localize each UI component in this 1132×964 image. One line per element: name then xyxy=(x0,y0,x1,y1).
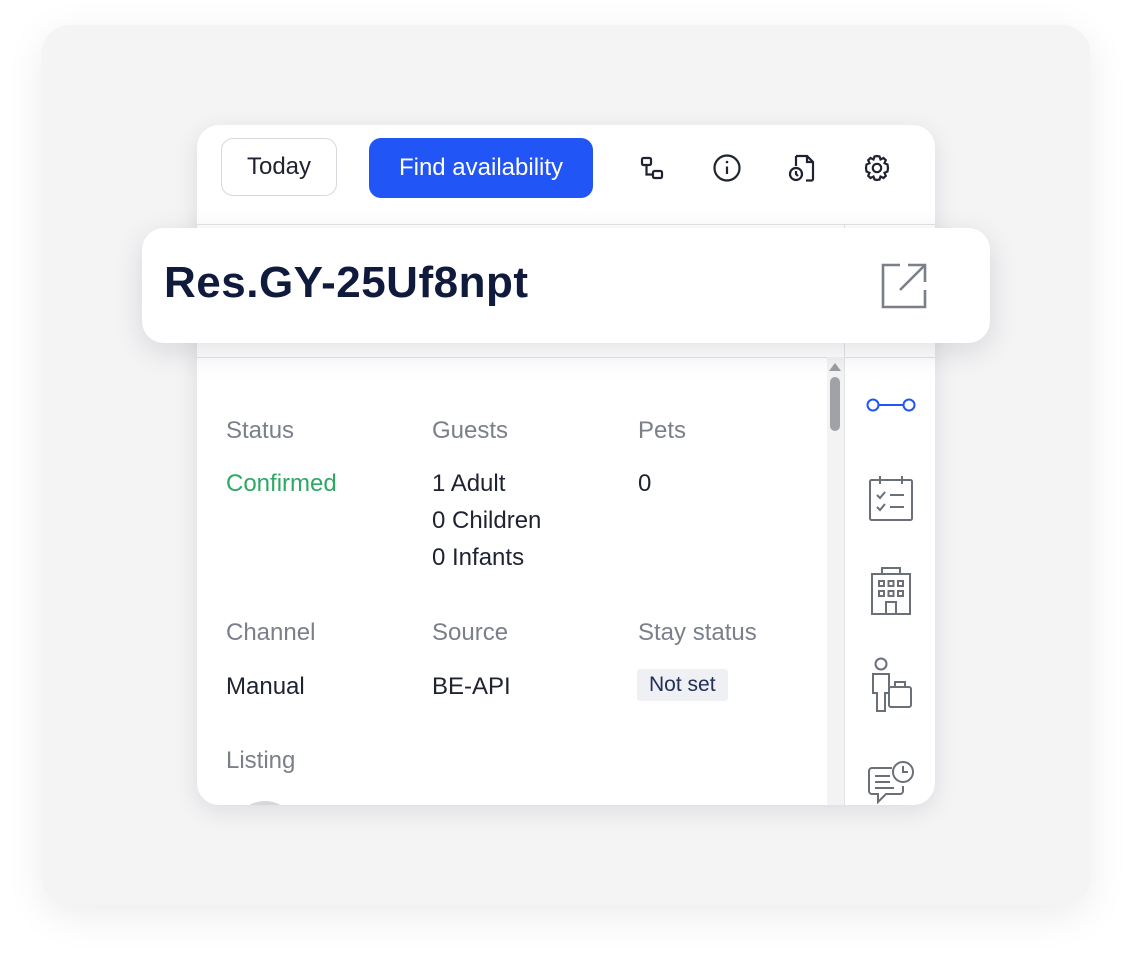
scrollbar[interactable] xyxy=(827,357,844,805)
guests-adults: 1 Adult xyxy=(432,470,506,497)
pets-value: 0 xyxy=(638,470,652,497)
guests-children: 0 Children xyxy=(432,507,542,534)
channel-value: Manual xyxy=(226,673,305,700)
reservation-id-card: Res.GY-25Uf8npt xyxy=(142,228,990,343)
guests-label: Guests xyxy=(432,417,509,444)
details-content: Status Confirmed Guests 1 Adult 0 Childr… xyxy=(197,357,827,805)
status-label: Status xyxy=(226,417,295,444)
today-button[interactable]: Today xyxy=(221,138,337,196)
reservation-id: Res.GY-25Uf8npt xyxy=(164,258,529,307)
channel-label: Channel xyxy=(226,619,316,646)
document-sync-icon[interactable] xyxy=(784,150,820,186)
building-icon[interactable] xyxy=(845,565,935,617)
info-icon[interactable] xyxy=(709,150,745,186)
guest-luggage-icon[interactable] xyxy=(845,655,935,715)
timeline-icon[interactable] xyxy=(845,385,935,425)
find-availability-button[interactable]: Find availability xyxy=(369,138,593,198)
source-label: Source xyxy=(432,619,509,646)
hierarchy-icon[interactable] xyxy=(634,150,670,186)
external-link-icon[interactable] xyxy=(878,260,930,312)
guests-infants: 0 Infants xyxy=(432,544,525,571)
message-clock-icon[interactable] xyxy=(845,753,935,805)
pets-label: Pets xyxy=(638,417,687,444)
stay-status-badge[interactable]: Not set xyxy=(637,669,728,701)
listing-label: Listing xyxy=(226,747,296,774)
stay-status-label: Stay status xyxy=(638,619,757,646)
toolbar: Today Find availability xyxy=(197,125,935,225)
reservation-panel: Today Find availability Status Confirmed… xyxy=(197,125,935,805)
task-calendar-icon[interactable] xyxy=(845,473,935,525)
scroll-up-arrow[interactable] xyxy=(829,363,841,371)
scroll-thumb[interactable] xyxy=(830,377,840,431)
source-value: BE-API xyxy=(432,673,511,700)
gear-icon[interactable] xyxy=(859,150,895,186)
status-value: Confirmed xyxy=(226,470,337,497)
listing-avatar[interactable] xyxy=(233,801,297,805)
